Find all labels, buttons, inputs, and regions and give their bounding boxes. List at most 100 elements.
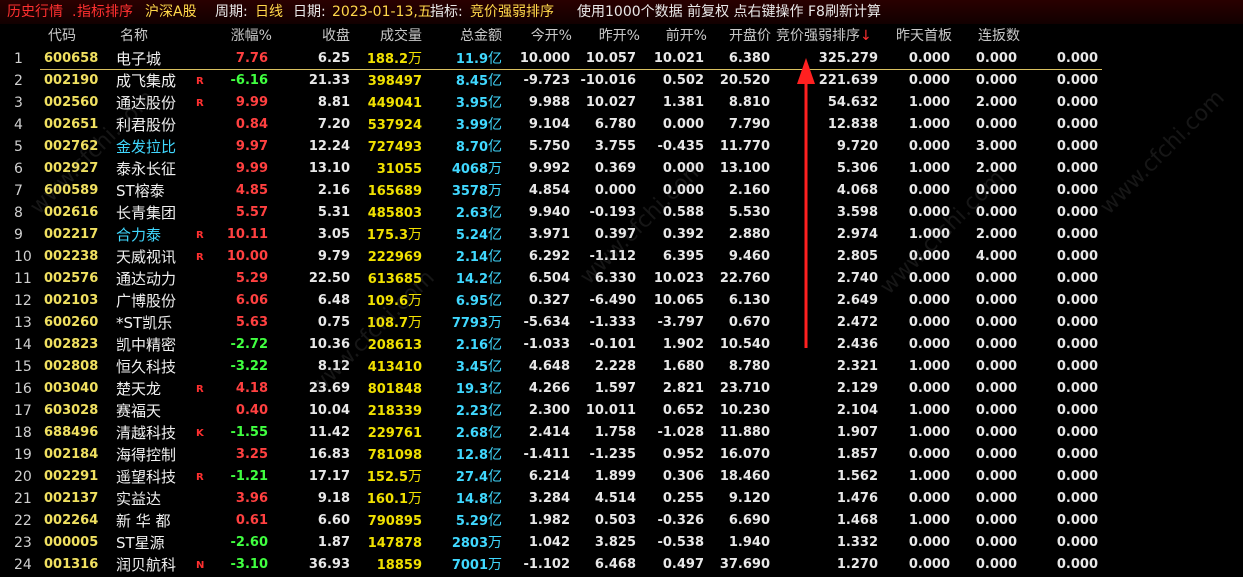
table-row[interactable]: 14 002823 凯中精密 -2.72 10.36 208613 2.16亿 -1.033-…	[0, 334, 1243, 356]
streak-count: 0.000	[975, 403, 1017, 418]
col-header-open-yesterday[interactable]: 昨开%	[578, 24, 640, 48]
table-row[interactable]: 23 000005 ST星源 -2.60 1.87 147878 2803万 1.042 3.8…	[0, 532, 1243, 554]
table-header: 代码 名称 涨幅% 收盘 成交量 总金额 今开% 昨开% 前开% 开盘价 竞价强…	[0, 24, 1243, 48]
amount-unit: 亿	[488, 337, 502, 353]
col-header-volume[interactable]: 成交量	[360, 24, 422, 48]
col-header-name[interactable]: 名称	[120, 24, 148, 48]
change-pct: -1.21	[230, 469, 268, 484]
volume-value: 160.1	[366, 492, 408, 507]
open-today-pct: 2.300	[528, 403, 570, 418]
table-row[interactable]: 13 600260 *ST凯乐 5.63 0.75 108.7万 7793万 -5.634 -1…	[0, 312, 1243, 334]
table-row[interactable]: 20 002291 遥望科技 R -1.21 17.17 152.5万 27.4亿 6.214 1…	[0, 466, 1243, 488]
open-prev-pct: -3.797	[657, 315, 704, 330]
amount: 3.99亿	[420, 114, 502, 137]
amount-value: 8.70	[455, 140, 488, 155]
open-today-pct: 4.266	[528, 381, 570, 396]
first-board: 1.000	[908, 117, 950, 132]
col-header-code[interactable]: 代码	[48, 24, 76, 48]
open-yesterday-pct: 3.755	[594, 139, 636, 154]
table-row[interactable]: 7 600589 ST榕泰 4.85 2.16 165689 3578万 4.854 0.000…	[0, 180, 1243, 202]
volume: 781098	[340, 444, 422, 467]
col-header-open-prev[interactable]: 前开%	[645, 24, 707, 48]
market-label[interactable]: 沪深A股	[145, 0, 197, 24]
stock-code: 003040	[44, 381, 99, 396]
open-today-pct: 9.992	[528, 161, 570, 176]
open-prev-pct: -1.028	[657, 425, 704, 440]
table-row[interactable]: 12 002103 广博股份 6.06 6.48 109.6万 6.95亿 0.327 -6.4…	[0, 290, 1243, 312]
table-row[interactable]: 8 002616 长青集团 5.57 5.31 485803 2.63亿 9.940 -0.19…	[0, 202, 1243, 224]
table-row[interactable]: 15 002808 恒久科技 -3.22 8.12 413410 3.45亿 4.648 2.2…	[0, 356, 1243, 378]
open-prev-pct: 10.065	[653, 293, 704, 308]
streak-count: 0.000	[975, 271, 1017, 286]
col-header-first-board[interactable]: 昨天首板	[880, 24, 952, 48]
amount-unit: 万	[488, 183, 502, 199]
open-price: 0.670	[728, 315, 770, 330]
auction-score: 1.332	[836, 535, 878, 550]
amount-unit: 亿	[488, 205, 502, 221]
streak-count: 0.000	[975, 73, 1017, 88]
amount-value: 2.16	[455, 338, 488, 353]
col-header-open-today[interactable]: 今开%	[510, 24, 572, 48]
open-price: 6.380	[728, 51, 770, 66]
open-yesterday-pct: 1.597	[594, 381, 636, 396]
indicator-value[interactable]: 竞价强弱排序	[470, 0, 554, 24]
table-row[interactable]: 2 002190 成飞集成 R -6.16 21.33 398497 8.45亿 -9.723-…	[0, 70, 1243, 92]
open-prev-pct: 10.023	[653, 271, 704, 286]
table-row[interactable]: 17 603028 赛福天 0.40 10.04 218339 2.23亿 2.300 10.0…	[0, 400, 1243, 422]
col-header-close[interactable]: 收盘	[290, 24, 350, 48]
stock-name: 遥望科技	[116, 468, 177, 486]
open-price: 10.540	[719, 337, 770, 352]
streak-count: 0.000	[975, 337, 1017, 352]
col-header-change[interactable]: 涨幅%	[210, 24, 272, 48]
volume: 165689	[340, 180, 422, 203]
change-pct: 6.06	[235, 293, 268, 308]
table-row[interactable]: 18 688496 清越科技 K -1.55 11.42 229761 2.68亿 2.414 1…	[0, 422, 1243, 444]
row-index: 19	[14, 447, 32, 463]
stock-name: 通达动力	[116, 270, 177, 288]
row-index: 17	[14, 403, 32, 419]
first-board: 0.000	[908, 381, 950, 396]
change-pct: -2.72	[230, 337, 268, 352]
table-row[interactable]: 3 002560 通达股份 R 9.99 8.81 449041 3.95亿 9.988 10.0…	[0, 92, 1243, 114]
col-header-score[interactable]: 竞价强弱排序↓	[776, 24, 872, 48]
table-row[interactable]: 6 002927 泰永长征 9.99 13.10 31055 4068万 9.992 0.369…	[0, 158, 1243, 180]
first-board: 0.000	[908, 337, 950, 352]
volume-value: 175.3	[366, 228, 408, 243]
table-row[interactable]: 21 002137 实益达 3.96 9.18 160.1万 14.8亿 3.284 4.514…	[0, 488, 1243, 510]
change-pct: 0.61	[235, 513, 268, 528]
table-row[interactable]: 16 003040 楚天龙 R 4.18 23.69 801848 19.3亿 4.266 1.5…	[0, 378, 1243, 400]
amount-value: 14.2	[455, 272, 488, 287]
amount-value: 5.29	[455, 514, 488, 529]
first-board: 0.000	[908, 447, 950, 462]
amount-unit: 亿	[488, 513, 502, 529]
indicator-sort-menu[interactable]: 指标排序	[77, 0, 133, 24]
date-value[interactable]: 2023-01-13,五	[332, 0, 432, 24]
streak-count: 0.000	[975, 359, 1017, 374]
col-header-open-price[interactable]: 开盘价	[715, 24, 771, 48]
volume: 218339	[340, 400, 422, 423]
open-price: 1.940	[728, 535, 770, 550]
stock-table: 1 600658 电子城 7.76 6.25 188.2万 11.9亿 10.000 10.05…	[0, 48, 1243, 576]
stock-code: 002291	[44, 469, 99, 484]
col-header-amount[interactable]: 总金额	[440, 24, 502, 48]
stock-flag: R	[196, 76, 204, 87]
stock-code: 600260	[44, 315, 99, 330]
amount-value: 3.45	[455, 360, 488, 375]
history-menu[interactable]: 历史行情	[7, 0, 63, 24]
amount-unit: 亿	[488, 403, 502, 419]
table-row[interactable]: 19 002184 海得控制 3.25 16.83 781098 12.8亿 -1.411 -1…	[0, 444, 1243, 466]
amount: 27.4亿	[420, 466, 502, 489]
table-row[interactable]: 5 002762 金发拉比 9.97 12.24 727493 8.70亿 5.750 3.75…	[0, 136, 1243, 158]
table-row[interactable]: 4 002651 利君股份 0.84 7.20 537924 3.99亿 9.104 6.780…	[0, 114, 1243, 136]
stock-name: 凯中精密	[116, 336, 177, 354]
col-header-streak[interactable]: 连扳数	[958, 24, 1020, 48]
auction-score: 2.129	[836, 381, 878, 396]
table-row[interactable]: 22 002264 新 华 都 0.61 6.60 790895 5.29亿 1.982 0.5…	[0, 510, 1243, 532]
open-yesterday-pct: 0.503	[594, 513, 636, 528]
amount: 8.45亿	[420, 70, 502, 93]
amount-value: 7001	[451, 558, 488, 573]
table-row[interactable]: 1 600658 电子城 7.76 6.25 188.2万 11.9亿 10.000 10.05…	[0, 48, 1243, 70]
period-value[interactable]: 日线	[255, 0, 283, 24]
amount-unit: 亿	[488, 425, 502, 441]
table-row[interactable]: 11 002576 通达动力 5.29 22.50 613685 14.2亿 6.504 6.3…	[0, 268, 1243, 290]
